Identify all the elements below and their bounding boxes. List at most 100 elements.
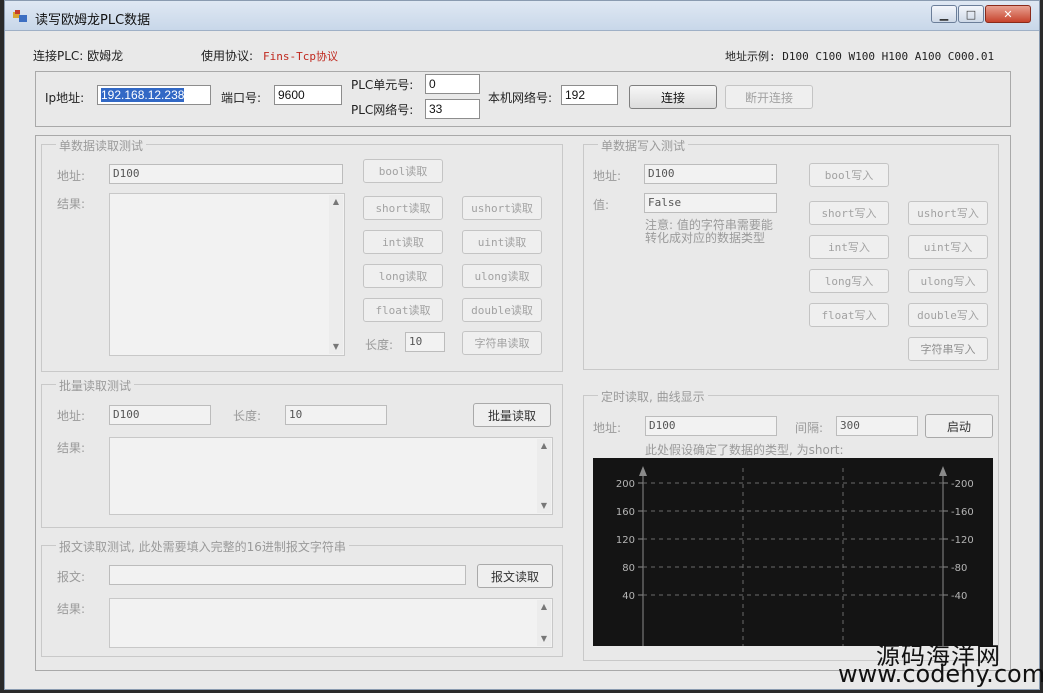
single-read-result-label: 结果:	[57, 197, 86, 211]
ip-label: Ip地址:	[45, 91, 85, 105]
write-note: 注意: 值的字符串需要能转化成对应的数据类型	[645, 218, 773, 245]
y-tick-label-left: 120	[616, 535, 635, 546]
message-read-title: 报文读取测试, 此处需要填入完整的16进制报文字符串	[56, 538, 349, 555]
batch-read-result-area[interactable]: ▲ ▼	[109, 437, 553, 515]
message-read-button[interactable]: 报文读取	[477, 564, 553, 588]
batch-read-addr-label: 地址:	[57, 409, 86, 423]
protocol-value: Fins-Tcp协议	[263, 50, 338, 63]
batch-read-button[interactable]: 批量读取	[473, 403, 551, 427]
close-button[interactable]: ✕	[985, 5, 1031, 23]
net-input[interactable]: 33	[425, 99, 480, 119]
port-label: 端口号:	[221, 91, 262, 105]
y-tick-label-left: 40	[622, 591, 635, 602]
bool-read-button[interactable]: bool读取	[363, 159, 443, 183]
timed-read-hint: 此处假设确定了数据的类型, 为short:	[645, 443, 844, 457]
ulong-read-button[interactable]: ulong读取	[462, 264, 542, 288]
double-write-button[interactable]: double写入	[908, 303, 988, 327]
batch-read-addr-input[interactable]: D100	[109, 405, 211, 425]
y-tick-label-left: 80	[622, 563, 635, 574]
timed-read-title: 定时读取, 曲线显示	[598, 388, 708, 405]
timed-read-addr-label: 地址:	[593, 421, 622, 435]
message-input[interactable]	[109, 565, 466, 585]
single-read-addr-input[interactable]: D100	[109, 164, 343, 184]
single-write-value-input[interactable]: False	[644, 193, 777, 213]
connect-button[interactable]: 连接	[629, 85, 717, 109]
string-read-button[interactable]: 字符串读取	[462, 331, 542, 355]
message-result-label: 结果:	[57, 602, 86, 616]
ip-input[interactable]: 192.168.12.238	[97, 85, 211, 105]
scrollbar[interactable]: ▲ ▼	[537, 600, 551, 646]
float-read-button[interactable]: float读取	[363, 298, 443, 322]
scroll-up-icon[interactable]: ▲	[537, 600, 551, 614]
uint-read-button[interactable]: uint读取	[462, 230, 542, 254]
batch-read-length-input[interactable]: 10	[285, 405, 387, 425]
ushort-write-button[interactable]: ushort写入	[908, 201, 988, 225]
start-button[interactable]: 启动	[925, 414, 993, 438]
unit-input[interactable]: 0	[425, 74, 480, 94]
short-read-button[interactable]: short读取	[363, 196, 443, 220]
local-net-label: 本机网络号:	[488, 91, 553, 105]
y-tick-label-right: -40	[951, 591, 967, 602]
scrollbar[interactable]: ▲ ▼	[329, 195, 343, 354]
scroll-up-icon[interactable]: ▲	[537, 439, 551, 453]
title-bar[interactable]: 读写欧姆龙PLC数据 ▁ □ ✕	[5, 1, 1039, 31]
string-length-input[interactable]: 10	[405, 332, 445, 352]
single-write-addr-input[interactable]: D100	[644, 164, 777, 184]
port-input[interactable]: 9600	[274, 85, 342, 105]
y-tick-label-right: -120	[951, 535, 974, 546]
batch-read-length-label: 长度:	[233, 409, 262, 423]
y-tick-label-right: -80	[951, 563, 967, 574]
y-axis-right-arrow-icon	[939, 466, 947, 476]
long-read-button[interactable]: long读取	[363, 264, 443, 288]
ushort-read-button[interactable]: ushort读取	[462, 196, 542, 220]
main-window: 读写欧姆龙PLC数据 ▁ □ ✕ 连接PLC: 欧姆龙 使用协议: Fins-T…	[4, 0, 1040, 690]
minimize-button[interactable]: ▁	[931, 5, 957, 23]
message-label: 报文:	[57, 570, 86, 584]
window-title: 读写欧姆龙PLC数据	[35, 13, 151, 28]
curve-chart: 200 160 120 80 40 -200 -160 -120 -80 -40	[593, 458, 993, 646]
net-label: PLC网络号:	[351, 103, 414, 117]
single-read-title: 单数据读取测试	[56, 137, 147, 154]
double-read-button[interactable]: double读取	[462, 298, 542, 322]
short-write-button[interactable]: short写入	[809, 201, 889, 225]
maximize-button[interactable]: □	[958, 5, 984, 23]
string-length-label: 长度:	[365, 338, 394, 352]
timed-read-addr-input[interactable]: D100	[645, 416, 777, 436]
single-read-addr-label: 地址:	[57, 169, 86, 183]
watermark-url: www.codehy.com	[838, 660, 1043, 688]
y-tick-label-left: 200	[616, 479, 635, 490]
plc-label: 连接PLC: 欧姆龙	[33, 49, 124, 63]
message-result-area[interactable]: ▲ ▼	[109, 598, 553, 648]
scroll-down-icon[interactable]: ▼	[537, 632, 551, 646]
int-read-button[interactable]: int读取	[363, 230, 443, 254]
y-tick-label-right: -160	[951, 507, 974, 518]
single-read-result-area[interactable]: ▲ ▼	[109, 193, 345, 356]
app-icon	[13, 10, 27, 22]
int-write-button[interactable]: int写入	[809, 235, 889, 259]
disconnect-button[interactable]: 断开连接	[725, 85, 813, 109]
string-write-button[interactable]: 字符串写入	[908, 337, 988, 361]
float-write-button[interactable]: float写入	[809, 303, 889, 327]
y-tick-label-right: -200	[951, 479, 974, 490]
uint-write-button[interactable]: uint写入	[908, 235, 988, 259]
single-write-title: 单数据写入测试	[598, 137, 689, 154]
batch-read-result-label: 结果:	[57, 441, 86, 455]
address-example: 地址示例: D100 C100 W100 H100 A100 C000.01	[725, 50, 995, 63]
interval-input[interactable]: 300	[836, 416, 918, 436]
scroll-down-icon[interactable]: ▼	[537, 499, 551, 513]
single-write-value-label: 值:	[593, 198, 610, 212]
curve-chart-svg: 200 160 120 80 40 -200 -160 -120 -80 -40	[616, 466, 974, 646]
interval-label: 间隔:	[795, 421, 824, 435]
local-net-input[interactable]: 192	[561, 85, 618, 105]
y-tick-label-left: 160	[616, 507, 635, 518]
long-write-button[interactable]: long写入	[809, 269, 889, 293]
single-write-addr-label: 地址:	[593, 169, 622, 183]
bool-write-button[interactable]: bool写入	[809, 163, 889, 187]
unit-label: PLC单元号:	[351, 78, 414, 92]
y-axis-left-arrow-icon	[639, 466, 647, 476]
batch-read-title: 批量读取测试	[56, 377, 135, 394]
scroll-up-icon[interactable]: ▲	[329, 195, 343, 209]
scrollbar[interactable]: ▲ ▼	[537, 439, 551, 513]
ulong-write-button[interactable]: ulong写入	[908, 269, 988, 293]
scroll-down-icon[interactable]: ▼	[329, 340, 343, 354]
